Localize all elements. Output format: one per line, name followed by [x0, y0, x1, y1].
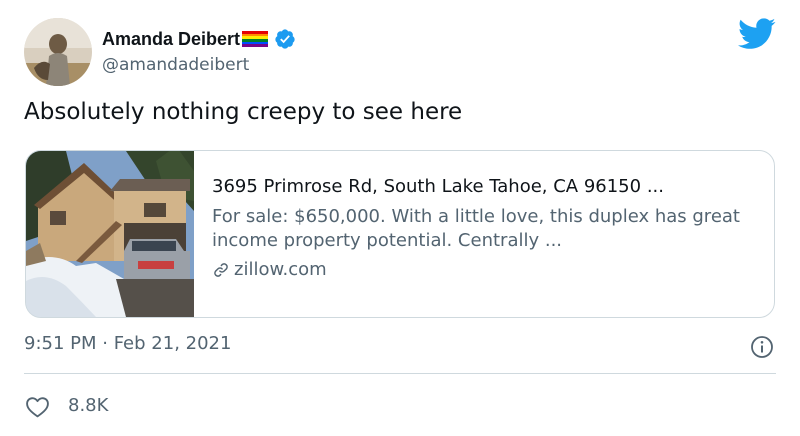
- link-preview-card[interactable]: 3695 Primrose Rd, South Lake Tahoe, CA 9…: [25, 150, 775, 318]
- rainbow-flag-icon: [242, 31, 269, 48]
- card-domain: zillow.com: [234, 259, 327, 280]
- tweet-text: Absolutely nothing creepy to see here: [24, 99, 463, 125]
- card-domain-row[interactable]: zillow.com: [212, 258, 752, 282]
- heart-icon[interactable]: [25, 395, 50, 418]
- author-name-row: Amanda Deibert: [102, 27, 296, 51]
- tweet-timestamp[interactable]: 9:51 PM · Feb 21, 2021: [24, 333, 231, 354]
- info-icon[interactable]: [750, 335, 774, 359]
- card-body: 3695 Primrose Rd, South Lake Tahoe, CA 9…: [194, 151, 752, 317]
- author-handle[interactable]: @amandadeibert: [102, 55, 249, 75]
- card-title[interactable]: 3695 Primrose Rd, South Lake Tahoe, CA 9…: [212, 175, 752, 199]
- avatar[interactable]: [24, 18, 92, 86]
- card-description: For sale: $650,000. With a little love, …: [212, 206, 740, 251]
- divider: [24, 373, 776, 374]
- like-count[interactable]: 8.8K: [68, 395, 108, 416]
- author-display-name[interactable]: Amanda Deibert: [102, 29, 240, 50]
- link-icon: [214, 263, 228, 277]
- card-thumbnail-image: [26, 151, 194, 317]
- twitter-bird-icon[interactable]: [738, 18, 776, 50]
- verified-badge-icon: [275, 29, 295, 49]
